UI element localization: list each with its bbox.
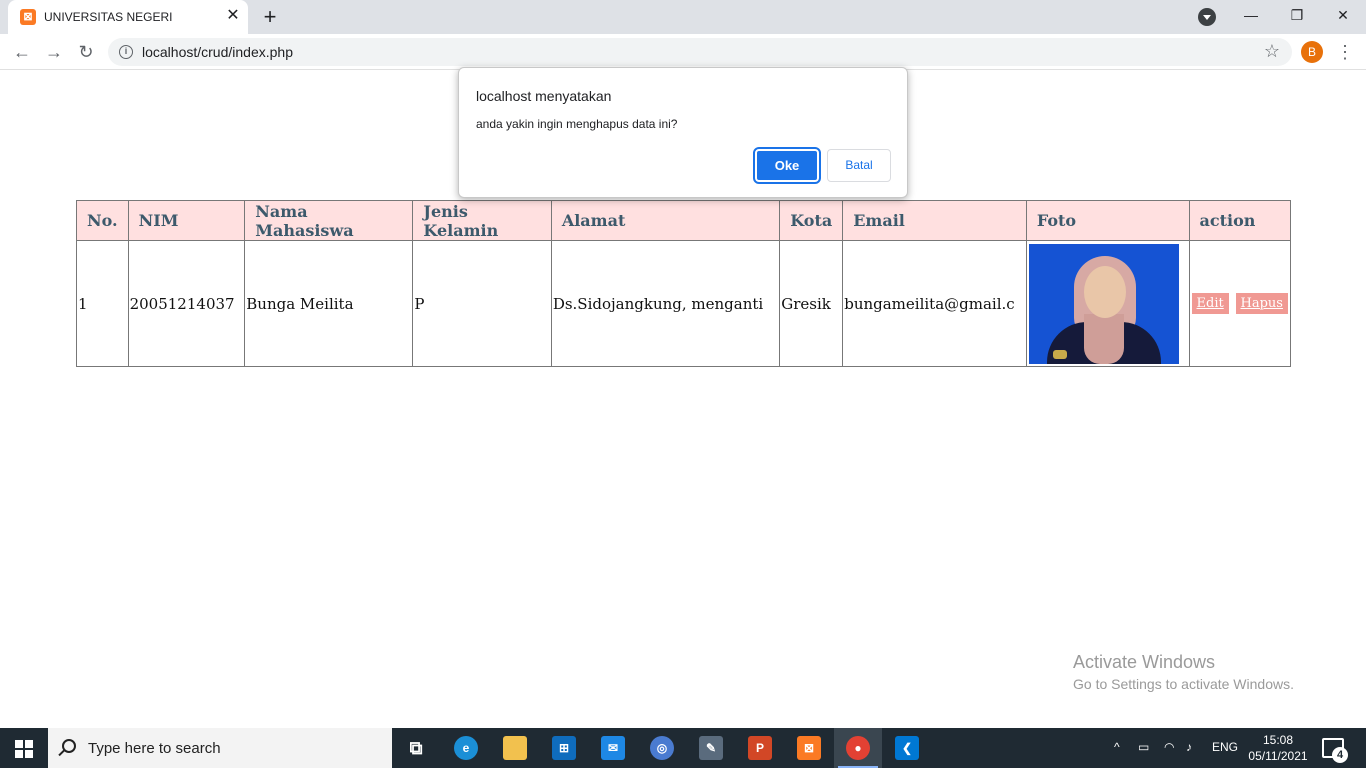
language-indicator[interactable]: ENG bbox=[1212, 740, 1238, 754]
cell-kota: Gresik bbox=[779, 240, 844, 367]
sticky-app-icon[interactable]: ✎ bbox=[687, 728, 735, 768]
vscode-icon[interactable]: ❮ bbox=[883, 728, 931, 768]
close-window-button[interactable]: ✕ bbox=[1320, 0, 1366, 30]
minimize-button[interactable]: — bbox=[1228, 0, 1274, 30]
cancel-button[interactable]: Batal bbox=[827, 149, 891, 182]
close-tab-icon[interactable]: ✕ bbox=[224, 7, 242, 25]
browser-tab[interactable]: ⊠ UNIVERSITAS NEGERI ✕ bbox=[8, 0, 248, 34]
tab-search-icon[interactable] bbox=[1198, 8, 1216, 26]
forward-arrow-icon[interactable]: → bbox=[42, 40, 66, 64]
profile-avatar[interactable]: B bbox=[1301, 41, 1323, 63]
cell-email: bungameilita@gmail.c bbox=[842, 240, 1027, 367]
taskbar-search[interactable]: Type here to search bbox=[48, 728, 392, 768]
header-alamat: Alamat bbox=[550, 200, 781, 241]
chrome-icon[interactable]: ● bbox=[834, 728, 882, 768]
header-nama: Nama Mahasiswa bbox=[244, 200, 414, 241]
table-header-row: No. NIM Nama Mahasiswa Jenis Kelamin Ala… bbox=[76, 200, 1291, 241]
info-icon[interactable]: i bbox=[119, 45, 133, 59]
cell-nama: Bunga Meilita bbox=[244, 240, 414, 367]
taskbar: Type here to search ⧉ e ⊞ ✉ ◎ ✎ P ⊠ ● ❮ … bbox=[0, 728, 1366, 768]
battery-icon[interactable]: ▭ bbox=[1138, 740, 1149, 754]
file-explorer-icon[interactable] bbox=[491, 728, 539, 768]
store-icon[interactable]: ⊞ bbox=[540, 728, 588, 768]
notification-count: 4 bbox=[1332, 747, 1348, 763]
header-kota: Kota bbox=[779, 200, 844, 241]
chromium-icon[interactable]: ◎ bbox=[638, 728, 686, 768]
browser-toolbar: ← → ↻ i localhost/crud/index.php ☆ B ⋮ bbox=[0, 34, 1366, 70]
search-icon bbox=[62, 739, 76, 753]
bookmark-star-icon[interactable]: ☆ bbox=[1264, 41, 1280, 62]
clock-time: 15:08 bbox=[1262, 733, 1294, 747]
search-placeholder[interactable]: Type here to search bbox=[88, 740, 221, 757]
clock-date: 05/11/2021 bbox=[1248, 749, 1308, 763]
mail-icon[interactable]: ✉ bbox=[589, 728, 637, 768]
task-view-icon[interactable]: ⧉ bbox=[392, 728, 440, 768]
menu-kebab-icon[interactable]: ⋮ bbox=[1336, 40, 1354, 64]
header-jenis-kelamin: Jenis Kelamin bbox=[412, 200, 552, 241]
table-row: 1 20051214037 Bunga Meilita P Ds.Sidojan… bbox=[76, 240, 1291, 367]
xampp-taskbar-icon[interactable]: ⊠ bbox=[785, 728, 833, 768]
header-action: action bbox=[1188, 200, 1291, 241]
system-clock[interactable]: 15:08 05/11/2021 bbox=[1246, 732, 1310, 764]
url-text[interactable]: localhost/crud/index.php bbox=[142, 44, 293, 60]
tab-title: UNIVERSITAS NEGERI bbox=[44, 10, 173, 24]
student-table: No. NIM Nama Mahasiswa Jenis Kelamin Ala… bbox=[76, 200, 1291, 367]
cell-no: 1 bbox=[76, 240, 129, 367]
header-nim: NIM bbox=[127, 200, 246, 241]
chevron-up-icon[interactable]: ^ bbox=[1114, 740, 1120, 754]
reload-icon[interactable]: ↻ bbox=[74, 40, 98, 64]
header-foto: Foto bbox=[1025, 200, 1190, 241]
header-email: Email bbox=[842, 200, 1027, 241]
powerpoint-icon[interactable]: P bbox=[736, 728, 784, 768]
restore-button[interactable]: ❐ bbox=[1274, 0, 1320, 30]
cell-action: Edit Hapus bbox=[1188, 240, 1291, 367]
watermark-title: Activate Windows bbox=[1073, 652, 1216, 672]
cell-nim: 20051214037 bbox=[127, 240, 246, 367]
ok-button[interactable]: Oke bbox=[753, 147, 821, 184]
edge-icon[interactable]: e bbox=[442, 728, 490, 768]
windows-start-icon[interactable] bbox=[15, 740, 33, 758]
new-tab-button[interactable]: + bbox=[258, 5, 282, 29]
xampp-icon: ⊠ bbox=[20, 9, 36, 25]
wifi-icon[interactable]: ◠ bbox=[1164, 740, 1174, 754]
confirm-dialog: localhost menyatakan anda yakin ingin me… bbox=[458, 67, 908, 198]
activate-windows-watermark: Activate Windows Go to Settings to activ… bbox=[1073, 652, 1294, 692]
edit-button[interactable]: Edit bbox=[1191, 293, 1229, 314]
cell-foto bbox=[1025, 240, 1190, 367]
volume-icon[interactable]: ♪ bbox=[1186, 740, 1192, 754]
watermark-subtitle: Go to Settings to activate Windows. bbox=[1073, 676, 1294, 692]
cell-alamat: Ds.Sidojangkung, menganti bbox=[550, 240, 781, 367]
hapus-button[interactable]: Hapus bbox=[1235, 293, 1288, 314]
dialog-message: anda yakin ingin menghapus data ini? bbox=[476, 117, 678, 131]
tab-strip: ⊠ UNIVERSITAS NEGERI ✕ + — ❐ ✕ bbox=[0, 0, 1366, 34]
address-bar[interactable]: i localhost/crud/index.php ☆ bbox=[108, 38, 1292, 66]
back-arrow-icon[interactable]: ← bbox=[10, 40, 34, 64]
header-no: No. bbox=[76, 200, 129, 241]
dialog-title: localhost menyatakan bbox=[476, 88, 612, 104]
student-photo bbox=[1028, 243, 1179, 364]
cell-jenis-kelamin: P bbox=[412, 240, 552, 367]
